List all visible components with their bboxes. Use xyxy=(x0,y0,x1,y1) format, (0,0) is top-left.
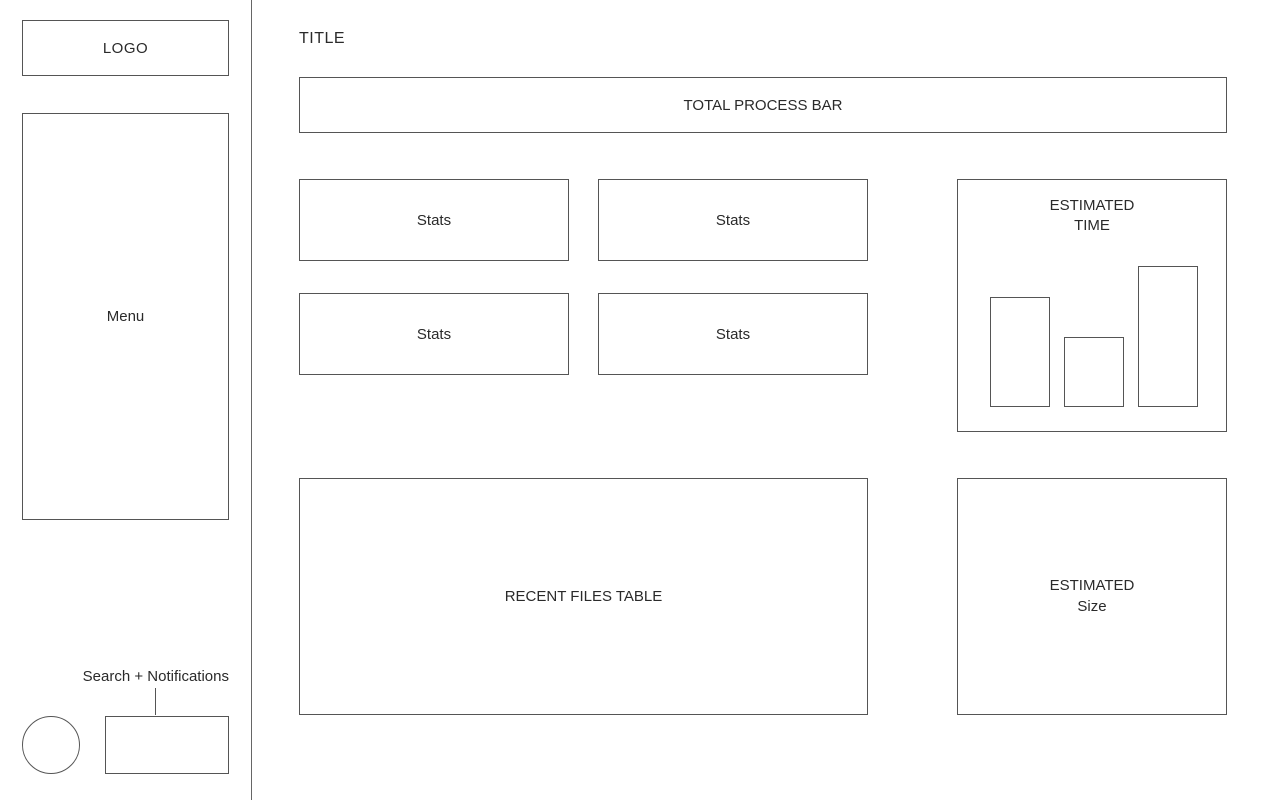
stats-card-3: Stats xyxy=(299,293,569,375)
recent-files-label: RECENT FILES TABLE xyxy=(505,588,663,605)
estimated-size-label: ESTIMATED Size xyxy=(1050,576,1135,617)
menu-label: Menu xyxy=(107,308,145,325)
recent-files-table: RECENT FILES TABLE xyxy=(299,478,868,715)
connector-line xyxy=(155,688,156,715)
menu-placeholder[interactable]: Menu xyxy=(22,113,229,520)
stats-card-4: Stats xyxy=(598,293,868,375)
notifications-placeholder[interactable] xyxy=(105,716,229,774)
estimated-size-panel: ESTIMATED Size xyxy=(957,478,1227,715)
stats-label: Stats xyxy=(417,212,451,229)
sidebar: LOGO Menu Search + Notifications xyxy=(0,0,252,800)
page-title: TITLE xyxy=(299,30,345,48)
estimated-time-bar-3 xyxy=(1138,266,1198,407)
stats-label: Stats xyxy=(716,326,750,343)
logo-label: LOGO xyxy=(103,40,148,57)
main-content: TITLE TOTAL PROCESS BAR Stats Stats Stat… xyxy=(252,0,1280,800)
estimated-time-panel: ESTIMATED TIME xyxy=(957,179,1227,432)
stats-label: Stats xyxy=(716,212,750,229)
total-process-bar: TOTAL PROCESS BAR xyxy=(299,77,1227,133)
logo-placeholder: LOGO xyxy=(22,20,229,76)
stats-label: Stats xyxy=(417,326,451,343)
process-bar-label: TOTAL PROCESS BAR xyxy=(684,97,843,114)
estimated-time-label: ESTIMATED TIME xyxy=(958,196,1226,237)
search-icon-placeholder[interactable] xyxy=(22,716,80,774)
search-notifications-label: Search + Notifications xyxy=(83,668,229,685)
stats-card-1: Stats xyxy=(299,179,569,261)
estimated-time-bar-1 xyxy=(990,297,1050,407)
stats-card-2: Stats xyxy=(598,179,868,261)
estimated-time-bar-2 xyxy=(1064,337,1124,407)
